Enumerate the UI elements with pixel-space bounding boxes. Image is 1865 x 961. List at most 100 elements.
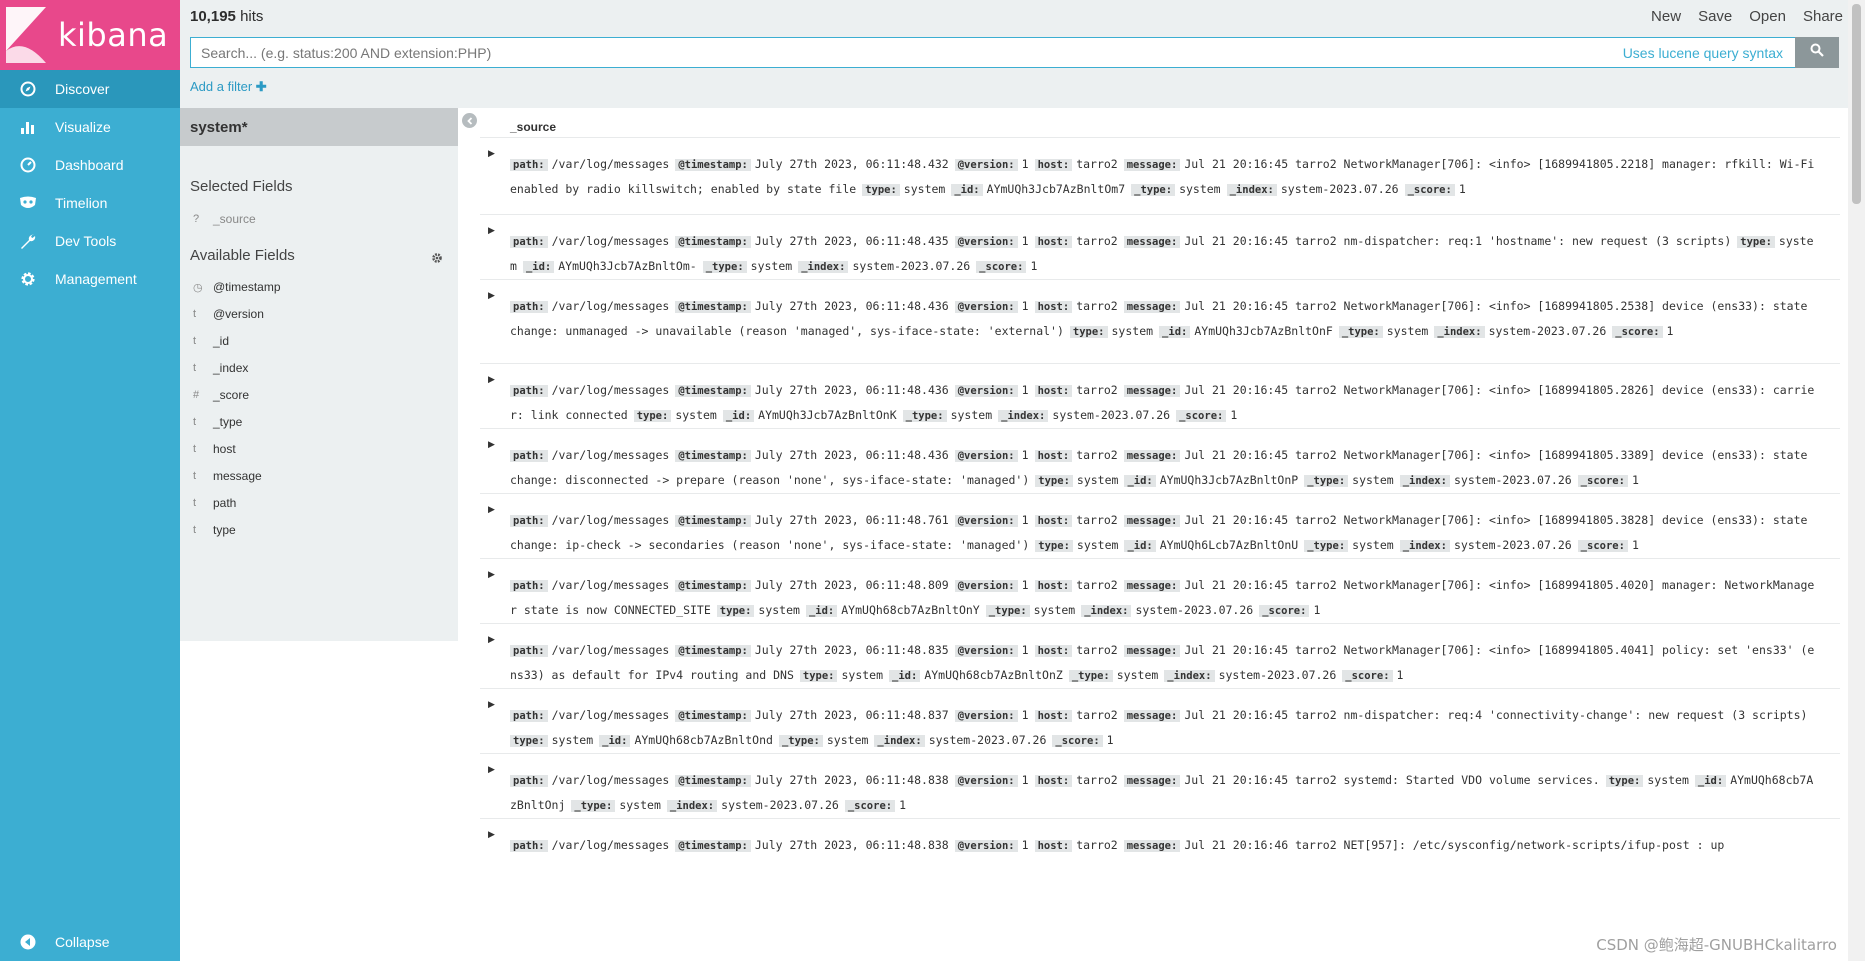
field-key: _score: xyxy=(976,261,1027,273)
add-filter-label: Add a filter xyxy=(190,79,253,94)
new-button[interactable]: New xyxy=(1651,8,1681,25)
field-key: _id: xyxy=(1159,326,1191,338)
field-key: @timestamp: xyxy=(675,645,751,657)
hits-number: 10,195 xyxy=(190,8,236,25)
expand-row-caret-icon[interactable]: ▶ xyxy=(488,439,495,450)
expand-row-caret-icon[interactable]: ▶ xyxy=(488,225,495,236)
field-value: 1 xyxy=(1021,383,1029,397)
sidebar-item-visualize[interactable]: Visualize xyxy=(0,108,180,146)
field-value: AYmUQh3Jcb7AzBnltOm- xyxy=(558,259,697,273)
field-item-index[interactable]: t _index xyxy=(193,361,248,375)
field-key: _id: xyxy=(599,735,631,747)
collapse-field-panel-button[interactable] xyxy=(462,113,477,128)
field-settings-gear-icon[interactable] xyxy=(431,251,443,269)
field-type-icon: ? xyxy=(193,213,200,225)
expand-row-caret-icon[interactable]: ▶ xyxy=(488,569,495,580)
field-value: 1 xyxy=(1631,473,1639,487)
search-bar: Uses lucene query syntax xyxy=(190,37,1839,68)
search-icon xyxy=(1810,43,1824,62)
field-type-icon: t xyxy=(193,470,197,482)
field-key: @version: xyxy=(954,515,1018,527)
expand-row-caret-icon[interactable]: ▶ xyxy=(488,148,495,159)
field-value: AYmUQh68cb7AzBnltOnZ xyxy=(924,668,1063,682)
field-value: AYmUQh68cb7AzBnltOnd xyxy=(634,733,773,747)
field-item-host[interactable]: t host xyxy=(193,442,236,456)
kibana-logo[interactable]: kibana xyxy=(0,0,180,70)
field-item-score[interactable]: # _score xyxy=(193,388,249,402)
field-value: tarro2 xyxy=(1076,708,1118,722)
field-value: /var/log/messages xyxy=(551,299,670,313)
field-name: _id xyxy=(213,334,230,348)
index-pattern-selector[interactable]: system* xyxy=(180,108,458,146)
field-key: @timestamp: xyxy=(675,159,751,171)
field-key: type: xyxy=(1069,326,1108,338)
field-key: type: xyxy=(862,184,900,196)
collapse-sidebar-button[interactable]: Collapse xyxy=(0,923,180,961)
hits-count: 10,195 hits xyxy=(190,8,263,25)
expand-row-caret-icon[interactable]: ▶ xyxy=(488,290,495,301)
field-value: July 27th 2023, 06:11:48.435 xyxy=(754,234,949,248)
field-key: _type: xyxy=(1068,670,1113,682)
field-value: tarro2 xyxy=(1076,157,1118,171)
field-item-id[interactable]: t _id xyxy=(193,334,229,348)
page-scrollbar[interactable] xyxy=(1848,0,1865,961)
field-item-version[interactable]: t @version xyxy=(193,307,264,321)
field-key: path: xyxy=(510,159,548,171)
lucene-syntax-link[interactable]: Uses lucene query syntax xyxy=(1623,45,1795,61)
field-value: July 27th 2023, 06:11:48.838 xyxy=(754,838,949,852)
field-name: host xyxy=(213,442,236,456)
field-item-type-meta[interactable]: t _type xyxy=(193,415,242,429)
field-value: /var/log/messages xyxy=(551,838,670,852)
field-key: _index: xyxy=(1164,670,1215,682)
field-value: 1 xyxy=(1021,578,1029,592)
field-key: message: xyxy=(1123,301,1181,313)
sidebar-nav: Discover Visualize Dashboard Timelion De… xyxy=(0,70,180,298)
field-value: 1 xyxy=(1458,182,1466,196)
scrollbar-thumb[interactable] xyxy=(1852,4,1861,204)
field-key: _index: xyxy=(1399,475,1450,487)
sidebar-item-timelion[interactable]: Timelion xyxy=(0,184,180,222)
field-key: path: xyxy=(510,840,548,852)
sidebar-item-management[interactable]: Management xyxy=(0,260,180,298)
sidebar-item-dashboard[interactable]: Dashboard xyxy=(0,146,180,184)
add-filter-link[interactable]: Add a filter ✚ xyxy=(190,79,267,95)
field-value: AYmUQh3Jcb7AzBnltOnK xyxy=(758,408,897,422)
share-button[interactable]: Share xyxy=(1803,8,1843,25)
field-key: @version: xyxy=(954,236,1018,248)
field-item-timestamp[interactable]: ◷ @timestamp xyxy=(193,280,281,294)
expand-row-caret-icon[interactable]: ▶ xyxy=(488,374,495,385)
field-item-type[interactable]: t type xyxy=(193,523,236,537)
field-value: July 27th 2023, 06:11:48.436 xyxy=(754,448,949,462)
field-key: host: xyxy=(1034,159,1073,171)
field-value: July 27th 2023, 06:11:48.835 xyxy=(754,643,949,657)
open-button[interactable]: Open xyxy=(1749,8,1786,25)
field-key: path: xyxy=(510,775,548,787)
sidebar-item-dev-tools[interactable]: Dev Tools xyxy=(0,222,180,260)
field-item-message[interactable]: t message xyxy=(193,469,262,483)
expand-row-caret-icon[interactable]: ▶ xyxy=(488,504,495,515)
kibana-wordmark: kibana xyxy=(58,16,169,54)
save-button[interactable]: Save xyxy=(1698,8,1732,25)
field-value: Jul 21 20:16:45 tarro2 systemd: Started … xyxy=(1184,773,1600,787)
field-key: @version: xyxy=(954,385,1018,397)
field-key: message: xyxy=(1123,450,1181,462)
field-item-path[interactable]: t path xyxy=(193,496,236,510)
expand-row-caret-icon[interactable]: ▶ xyxy=(488,764,495,775)
field-value: AYmUQh3Jcb7AzBnltOnP xyxy=(1159,473,1299,487)
field-value: 1 xyxy=(1313,603,1321,617)
expand-row-caret-icon[interactable]: ▶ xyxy=(488,699,495,710)
expand-row-caret-icon[interactable]: ▶ xyxy=(488,634,495,645)
field-value: July 27th 2023, 06:11:48.809 xyxy=(754,578,949,592)
search-button[interactable] xyxy=(1795,37,1839,68)
document-source: path:/var/log/messages @timestamp: July 27… xyxy=(510,638,1820,688)
field-key: _score: xyxy=(1052,735,1103,747)
search-box: Uses lucene query syntax xyxy=(190,37,1795,68)
field-value: system xyxy=(551,733,594,747)
field-value: 1 xyxy=(899,798,907,812)
field-value: tarro2 xyxy=(1076,383,1118,397)
field-item-source[interactable]: ? _source xyxy=(193,212,256,226)
sidebar-item-label: Timelion xyxy=(55,195,108,211)
search-input[interactable] xyxy=(191,38,1623,67)
expand-row-caret-icon[interactable]: ▶ xyxy=(488,829,495,840)
sidebar-item-discover[interactable]: Discover xyxy=(0,70,180,108)
